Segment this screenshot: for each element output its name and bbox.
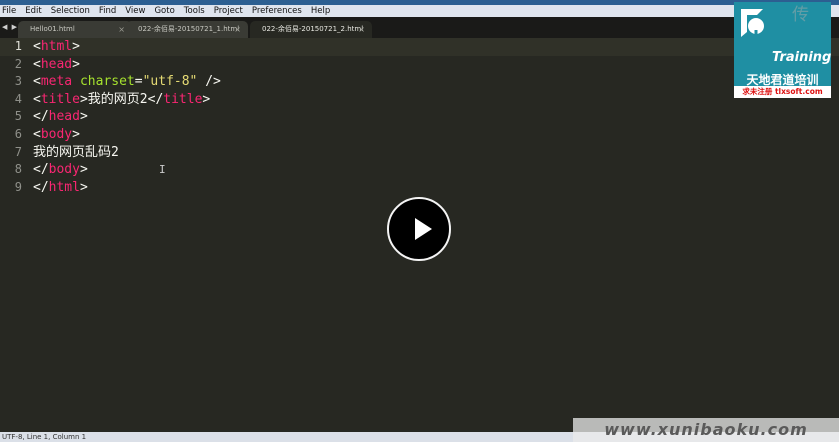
line-number: 2 (14, 56, 22, 71)
code-text: /> (197, 74, 221, 90)
code-text: < (33, 126, 41, 142)
menu-bar: File Edit Selection Find View Goto Tools… (0, 5, 839, 17)
attribute-name: charset (79, 74, 135, 90)
menu-file[interactable]: File (0, 5, 21, 17)
line-number: 6 (14, 126, 22, 141)
code-text: = (134, 74, 143, 90)
line-number-gutter: 1 2 3 4 5 6 7 8 9 (0, 38, 26, 418)
code-text: </ (33, 179, 49, 195)
menu-find[interactable]: Find (95, 5, 121, 17)
string-value: "utf-8" (142, 74, 198, 90)
tree-emblem-icon (741, 9, 764, 40)
close-icon[interactable]: × (118, 21, 125, 38)
menu-edit[interactable]: Edit (21, 5, 46, 17)
menu-view[interactable]: View (121, 5, 150, 17)
line-number: 9 (14, 179, 22, 194)
corner-watermark: 传 (792, 5, 809, 25)
code-text: < (33, 91, 41, 107)
menu-preferences[interactable]: Preferences (248, 5, 307, 17)
code-line: </head> (33, 108, 221, 126)
close-icon[interactable]: × (234, 21, 241, 38)
menu-project[interactable]: Project (210, 5, 248, 17)
code-text: >我的网页2</ (79, 91, 164, 107)
tab-hello01[interactable]: Hello01.html × (18, 21, 132, 38)
play-icon[interactable] (387, 197, 451, 261)
line-number: 3 (14, 74, 22, 89)
logo-subtext: 求未注册 tlxsoft.com (734, 86, 831, 98)
code-text: > (79, 162, 88, 178)
code-text: < (33, 74, 41, 90)
code-text: > (79, 109, 88, 125)
tag-name: title (40, 91, 80, 107)
menu-selection[interactable]: Selection (47, 5, 95, 17)
code-line: </html> (33, 179, 221, 197)
code-line: 我的网页乱码2 (33, 144, 221, 162)
tag-name: body (48, 162, 80, 178)
code-text: > (72, 56, 80, 72)
tag-name: head (48, 109, 80, 125)
tab-bar: ◀ ▶ Hello01.html × 022-余佰易-20150721_1.ht… (0, 17, 839, 38)
code-text: > (72, 126, 80, 142)
code-text: </ (33, 109, 49, 125)
code-text: 我的网页乱码2 (33, 144, 119, 160)
tab-nav-arrows-icon[interactable]: ◀ ▶ (2, 23, 18, 31)
tab-022-2[interactable]: 022-余佰易-20150721_2.html × (250, 21, 372, 38)
tag-name: title (163, 91, 203, 107)
code-text: > (202, 91, 211, 107)
code-line: <meta charset="utf-8" /> (33, 73, 221, 91)
code-line: <head> (33, 56, 221, 74)
code-line: <title>我的网页2</title> (33, 91, 221, 109)
code-line: <html> (33, 38, 221, 56)
line-number: 8 (14, 162, 22, 177)
menu-goto[interactable]: Goto (150, 5, 179, 17)
line-number: 5 (14, 109, 22, 124)
logo-training-text: Training (772, 50, 832, 65)
tab-label: 022-余佰易-20150721_2.html (262, 25, 364, 33)
menu-help[interactable]: Help (307, 5, 335, 17)
code-text: < (33, 56, 41, 72)
code-line: <body> (33, 126, 221, 144)
tab-label: Hello01.html (30, 25, 75, 33)
menu-tools[interactable]: Tools (180, 5, 210, 17)
tag-name: html (40, 39, 73, 54)
tab-022-1[interactable]: 022-余佰易-20150721_1.html × (126, 21, 248, 38)
site-watermark: www.xunibaoku.com (573, 418, 839, 442)
line-number: 1 (14, 39, 22, 53)
training-logo: Training 天地君道培训 求未注册 tlxsoft.com (734, 2, 831, 98)
tag-name: body (40, 126, 73, 142)
tag-name: html (48, 179, 80, 195)
line-number: 7 (14, 144, 22, 159)
tag-name: head (40, 56, 73, 72)
text-cursor-icon: I (159, 163, 166, 176)
tag-name: meta (40, 74, 73, 90)
close-icon[interactable]: × (358, 21, 365, 38)
code-text: > (79, 179, 88, 195)
code-text: < (33, 39, 41, 54)
tab-label: 022-余佰易-20150721_1.html (138, 25, 240, 33)
code-editor[interactable]: <html> <head> <meta charset="utf-8" /> <tit… (33, 38, 221, 196)
code-text: </ (33, 162, 49, 178)
code-text: > (72, 39, 80, 54)
code-line: </body> (33, 161, 221, 179)
line-number: 4 (14, 91, 22, 106)
